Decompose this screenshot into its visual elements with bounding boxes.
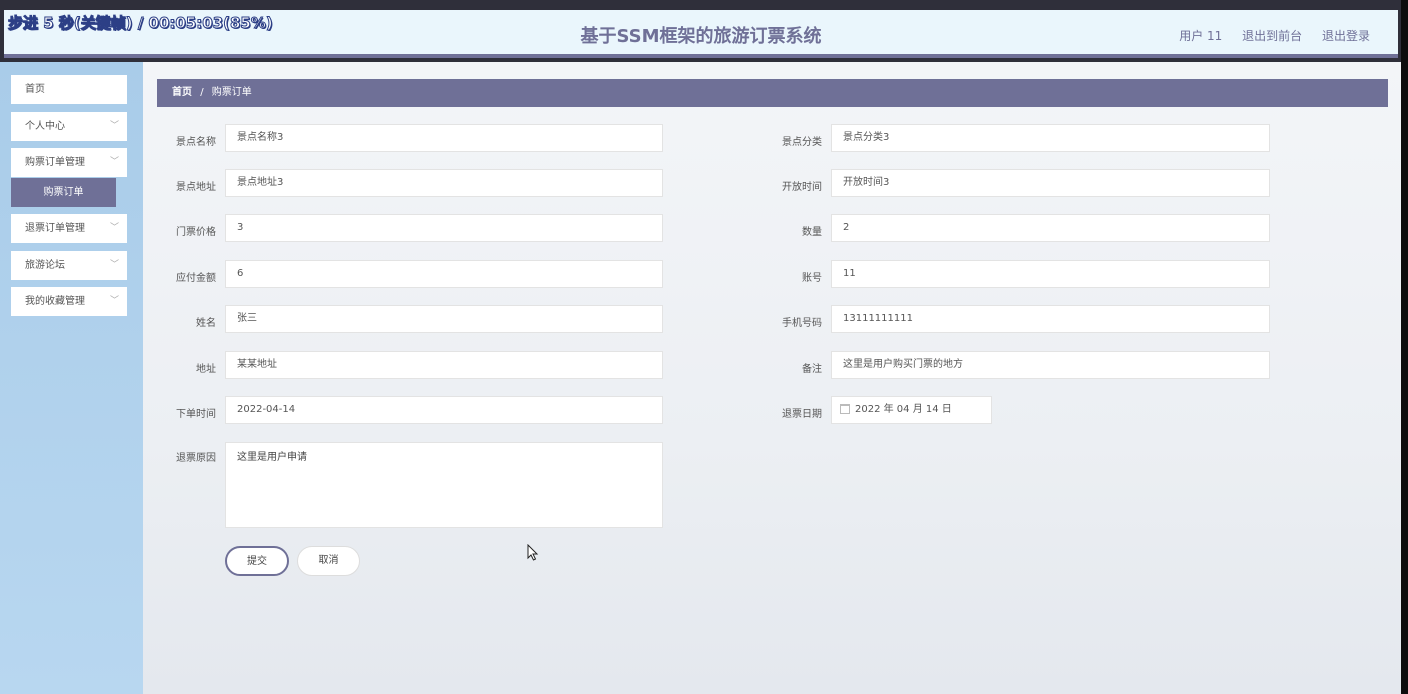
- label-account: 账号: [802, 273, 822, 284]
- mouse-cursor-icon: [527, 544, 539, 561]
- sidebar-item-personal-center[interactable]: 个人中心 ﹀: [11, 112, 127, 141]
- label-phone: 手机号码: [782, 318, 822, 329]
- sidebar-subitem-ticket-order[interactable]: 购票订单: [11, 178, 116, 207]
- chevron-down-icon: ﹀: [109, 223, 119, 233]
- sidebar-item-favorites[interactable]: 我的收藏管理 ﹀: [11, 287, 127, 316]
- sidebar-item-refund-orders[interactable]: 退票订单管理 ﹀: [11, 214, 127, 243]
- breadcrumb-separator: /: [200, 87, 204, 98]
- order-time-field[interactable]: 2022-04-14: [225, 396, 663, 424]
- open-time-field[interactable]: 开放时间3: [831, 169, 1270, 197]
- label-scenic-category: 景点分类: [782, 137, 822, 148]
- phone-field[interactable]: 13111111111: [831, 305, 1270, 333]
- window-edge: [1401, 0, 1408, 694]
- label-ticket-price: 门票价格: [176, 227, 216, 238]
- refund-date-picker[interactable]: 2022 年 04 月 14 日: [831, 396, 992, 424]
- sidebar-item-label: 个人中心: [25, 121, 65, 132]
- back-to-front-link[interactable]: 退出到前台: [1242, 29, 1302, 43]
- label-open-time: 开放时间: [782, 182, 822, 193]
- name-field[interactable]: 张三: [225, 305, 663, 333]
- label-scenic-name: 景点名称: [176, 137, 216, 148]
- refund-reason-textarea[interactable]: 这里是用户申请: [225, 442, 663, 528]
- sidebar-item-label: 首页: [25, 84, 45, 95]
- sidebar: 首页 个人中心 ﹀ 购票订单管理 ﹀ 购票订单 退票订单管理 ﹀ 旅游论坛 ﹀ …: [0, 62, 143, 694]
- account-field[interactable]: 11: [831, 260, 1270, 288]
- sidebar-item-label: 购票订单管理: [25, 157, 85, 168]
- label-amount-due: 应付金额: [176, 273, 216, 284]
- logout-link[interactable]: 退出登录: [1322, 29, 1370, 43]
- scenic-name-field[interactable]: 景点名称3: [225, 124, 663, 152]
- chevron-down-icon: ﹀: [109, 157, 119, 167]
- main-content: 首页 / 购票订单 景点名称 景点名称3 景点地址 景点地址3 门票价格 3 应…: [143, 62, 1401, 694]
- sidebar-item-label: 我的收藏管理: [25, 296, 85, 307]
- chevron-down-icon: ﹀: [109, 296, 119, 306]
- current-user: 用户 11: [1179, 29, 1223, 43]
- sidebar-item-home[interactable]: 首页: [11, 75, 127, 104]
- scenic-address-field[interactable]: 景点地址3: [225, 169, 663, 197]
- sidebar-item-forum[interactable]: 旅游论坛 ﹀: [11, 251, 127, 280]
- remark-field[interactable]: 这里是用户购买门票的地方: [831, 351, 1270, 379]
- amount-due-field[interactable]: 6: [225, 260, 663, 288]
- refund-date-value: 2022 年 04 月 14 日: [855, 404, 952, 415]
- breadcrumb-home[interactable]: 首页: [172, 87, 192, 98]
- breadcrumb: 首页 / 购票订单: [157, 79, 1388, 107]
- breadcrumb-current: 购票订单: [211, 87, 252, 98]
- address-field[interactable]: 某某地址: [225, 351, 663, 379]
- label-quantity: 数量: [802, 227, 822, 238]
- label-refund-reason: 退票原因: [176, 453, 216, 464]
- cancel-button[interactable]: 取消: [297, 546, 360, 576]
- sidebar-item-label: 旅游论坛: [25, 260, 65, 271]
- label-name: 姓名: [196, 318, 216, 329]
- chevron-down-icon: ﹀: [109, 260, 119, 270]
- header-actions: 用户 11 退出到前台 退出登录: [1163, 27, 1370, 44]
- player-overlay-text: 步进 5 秒(关键帧) / 00:05:03(85%): [8, 14, 274, 33]
- submit-button[interactable]: 提交: [225, 546, 289, 576]
- label-scenic-address: 景点地址: [176, 182, 216, 193]
- calendar-icon: [840, 404, 850, 414]
- sidebar-item-label: 退票订单管理: [25, 223, 85, 234]
- scenic-category-field[interactable]: 景点分类3: [831, 124, 1270, 152]
- ticket-price-field[interactable]: 3: [225, 214, 663, 242]
- label-refund-date: 退票日期: [782, 409, 822, 420]
- quantity-field[interactable]: 2: [831, 214, 1270, 242]
- sidebar-item-ticket-orders[interactable]: 购票订单管理 ﹀: [11, 148, 127, 177]
- label-address: 地址: [196, 364, 216, 375]
- label-remark: 备注: [802, 364, 822, 375]
- chevron-down-icon: ﹀: [109, 121, 119, 131]
- label-order-time: 下单时间: [176, 409, 216, 420]
